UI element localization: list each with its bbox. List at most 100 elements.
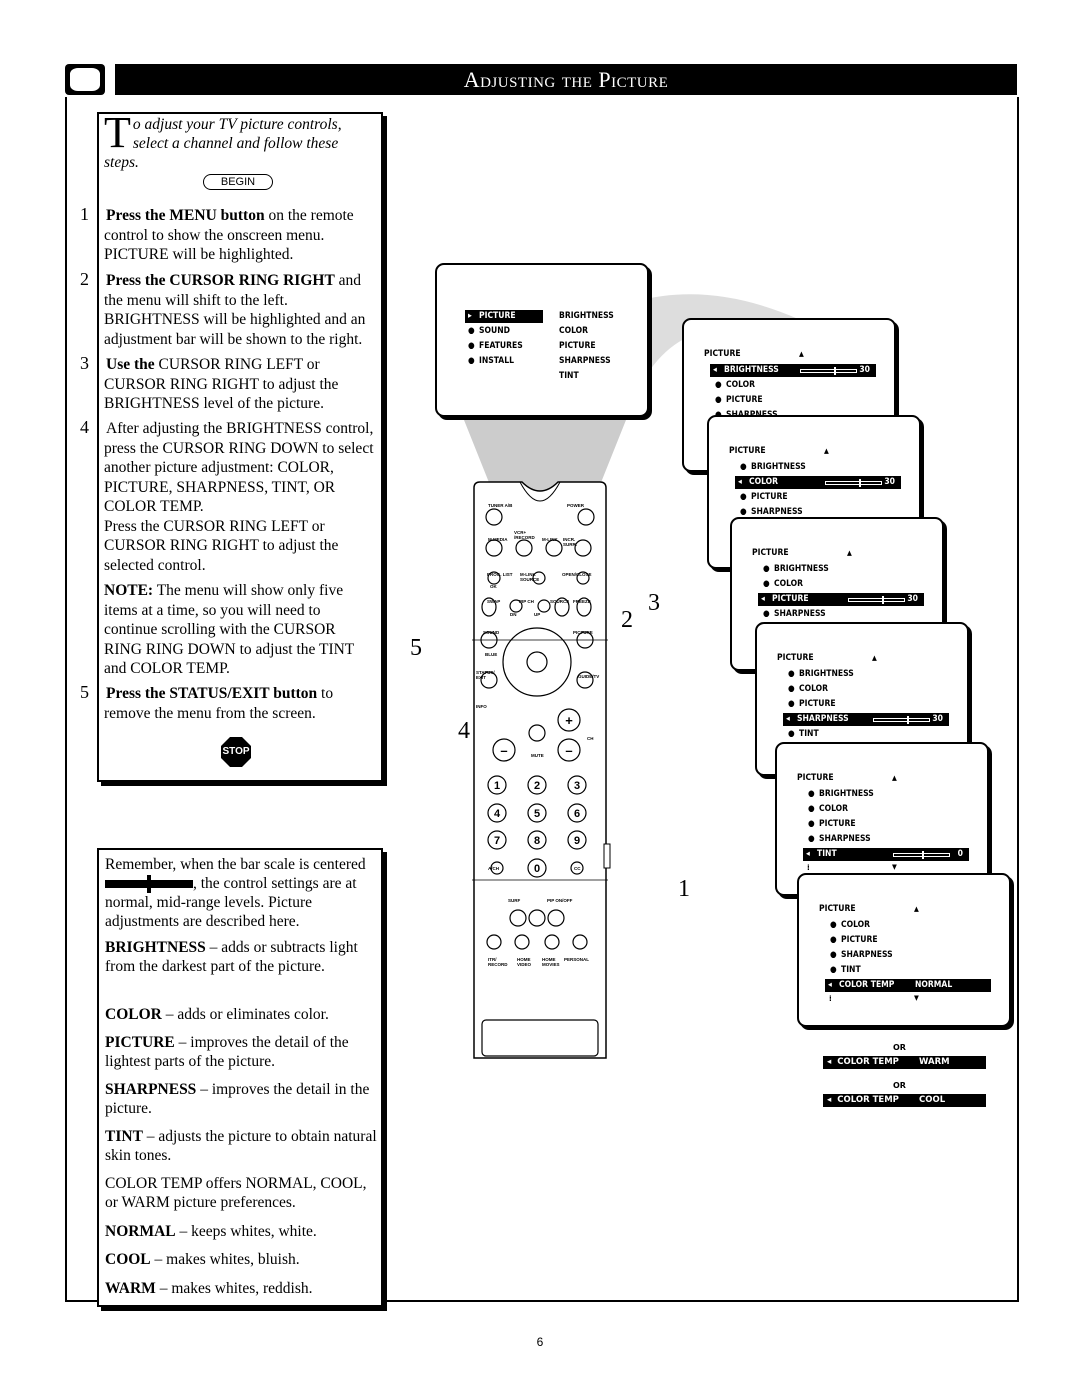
item-label: COLOR: [774, 579, 804, 589]
menu-item[interactable]: ● PICTURE: [827, 934, 987, 947]
remote-button-label: STATUS/ EXIT: [476, 670, 495, 680]
menu-item[interactable]: ● PICTURE: [805, 818, 965, 831]
step-bold: Press the MENU button: [106, 207, 265, 224]
adjustment-value: 30: [932, 714, 943, 724]
note-label: NOTE:: [104, 582, 154, 599]
info-item: COLOR TEMP offers NORMAL, COOL, or WARM …: [105, 1174, 377, 1212]
info-desc: – makes whites, bluish.: [150, 1251, 300, 1268]
item-label: SHARPNESS: [797, 714, 849, 724]
step-callout-2: 2: [621, 607, 633, 633]
bullet-icon: ●: [468, 356, 475, 366]
item-label: COLOR: [799, 684, 829, 694]
menu-item[interactable]: ● PICTURE: [785, 698, 945, 711]
menu-item[interactable]: ● TINT: [827, 964, 987, 977]
bar-slider-handle[interactable]: [921, 851, 924, 859]
menu-item[interactable]: ● SHARPNESS: [827, 949, 987, 962]
menu-item[interactable]: ● TINT: [785, 728, 945, 741]
page-number: 6: [536, 1335, 544, 1349]
picture-menu-icon: ▸: [468, 311, 472, 321]
remote-button-label: PIP ON/OFF: [547, 898, 573, 903]
remote-button-label: SURF: [508, 898, 521, 903]
menu-item[interactable]: ● BRIGHTNESS: [760, 563, 920, 576]
up-arrow-icon: ▲: [847, 549, 852, 557]
item-label: PICTURE: [799, 699, 836, 709]
menu-item[interactable]: ● SHARPNESS: [805, 833, 965, 846]
bullet-icon: ●: [763, 579, 770, 589]
info-item: SHARPNESS – improves the detail in the p…: [105, 1080, 377, 1118]
main-menu-item[interactable]: ● FEATURES: [465, 340, 543, 353]
bar-slider-handle[interactable]: [882, 596, 884, 604]
left-arrow-icon: ◂: [827, 1057, 832, 1067]
color-temp-option: ◂ COLOR TEMP WARM: [823, 1056, 986, 1069]
remote-button-label: CC: [574, 866, 581, 871]
remember-a: Remember, when the bar scale is centered: [105, 856, 366, 873]
menu-item[interactable]: ● BRIGHTNESS: [805, 788, 965, 801]
item-label: TINT: [799, 729, 819, 739]
bullet-icon: ●: [830, 935, 837, 945]
info-term: NORMAL: [105, 1223, 176, 1240]
info-term: PICTURE: [105, 1034, 175, 1051]
remote-button-label: OPEN/CLOSE: [562, 572, 592, 577]
left-arrow-icon: ◂: [828, 980, 832, 990]
menu-item[interactable]: ● PICTURE: [737, 491, 897, 504]
digit-button-4[interactable]: 4: [494, 808, 501, 820]
left-arrow-icon: ◂: [761, 594, 765, 604]
digit-button-7[interactable]: 7: [494, 835, 500, 847]
menu-scroll-icon: ⁞: [829, 994, 832, 1003]
digit-button-9[interactable]: 9: [574, 835, 580, 847]
menu-item[interactable]: ● COLOR: [827, 919, 987, 932]
menu-title: PICTURE: [729, 446, 766, 456]
main-menu-item[interactable]: ▸ PICTURE: [465, 310, 543, 323]
remote-button-label: UP: [534, 612, 541, 617]
digit-button-3[interactable]: 3: [574, 780, 580, 792]
stop-sign-icon: STOP: [221, 737, 251, 767]
menu-item[interactable]: ◂ BRIGHTNESS 30: [710, 364, 876, 377]
item-label: PICTURE: [819, 819, 856, 829]
menu-item[interactable]: ● PICTURE: [712, 394, 872, 407]
bar-slider-handle[interactable]: [859, 479, 861, 487]
menu-item[interactable]: ● COLOR: [712, 379, 872, 392]
remote-button-label: SWAP: [487, 599, 501, 604]
digit-button-2[interactable]: 2: [534, 780, 540, 792]
remote-button-label: PIP CH: [519, 599, 534, 604]
info-item: COOL – makes whites, bluish.: [105, 1250, 377, 1269]
item-label: SHARPNESS: [819, 834, 871, 844]
digit-button-8[interactable]: 8: [534, 835, 540, 847]
digit-button-1[interactable]: 1: [494, 780, 500, 792]
item-label: COLOR TEMP: [837, 1095, 899, 1105]
menu-item[interactable]: ● COLOR: [785, 683, 945, 696]
item-label: SHARPNESS: [841, 950, 893, 960]
adjustment-bar: [848, 596, 905, 604]
item-label: COLOR: [841, 920, 871, 930]
step-number-icon: 5: [80, 682, 89, 702]
menu-item[interactable]: ◂ TINT 0: [803, 848, 969, 861]
digit-button-0[interactable]: 0: [534, 863, 540, 875]
bar-slider-handle[interactable]: [907, 716, 909, 724]
bullet-icon: ●: [740, 462, 747, 472]
menu-item[interactable]: ● COLOR: [805, 803, 965, 816]
remote-button-label: TUNER A/B: [488, 503, 513, 508]
menu-item[interactable]: ◂ SHARPNESS 30: [783, 713, 949, 726]
scroll-down-icon: ▼: [892, 863, 897, 871]
menu-item[interactable]: ◂ COLOR 30: [735, 476, 901, 489]
remote-button-label: PICTURE: [573, 630, 593, 635]
submenu-item: TINT: [559, 370, 639, 383]
left-arrow-icon: ◂: [786, 714, 790, 724]
adjustment-bar: [873, 716, 930, 724]
menu-item[interactable]: ● COLOR: [760, 578, 920, 591]
bar-slider-handle[interactable]: [834, 367, 836, 375]
main-menu-item[interactable]: ● SOUND: [465, 325, 543, 338]
bullet-icon: ●: [715, 395, 722, 405]
item-label: PICTURE: [751, 492, 788, 502]
menu-item[interactable]: ◂ COLOR TEMP NORMAL: [825, 979, 991, 992]
bullet-icon: ●: [830, 920, 837, 930]
menu-item[interactable]: ● BRIGHTNESS: [737, 461, 897, 474]
menu-item[interactable]: ● SHARPNESS: [760, 608, 920, 621]
menu-item[interactable]: ● BRIGHTNESS: [785, 668, 945, 681]
picture-menu-screen: PICTURE ▲ ● COLOR ● PICTURE ● SHARPNESS ● TINT ◂ CO…: [797, 873, 1011, 1027]
main-menu-item[interactable]: ● INSTALL: [465, 355, 543, 368]
menu-item[interactable]: ◂ PICTURE 30: [758, 593, 924, 606]
info-term: TINT: [105, 1128, 143, 1145]
digit-button-5[interactable]: 5: [534, 808, 540, 820]
digit-button-6[interactable]: 6: [574, 808, 580, 820]
